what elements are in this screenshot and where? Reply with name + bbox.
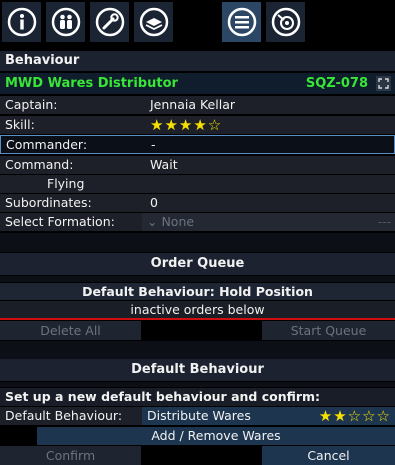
default-behaviour-dropdown[interactable]: Distribute Wares ★★☆☆☆ xyxy=(142,407,395,425)
flying-row: Flying xyxy=(0,175,395,193)
cargo-tab[interactable] xyxy=(134,2,173,42)
ship-behaviour-panel: Behaviour MWD Wares Distributor SQZ-078 … xyxy=(0,0,395,465)
expand-button[interactable] xyxy=(376,76,391,91)
order-queue-title: Order Queue xyxy=(0,253,395,275)
command-value: Wait xyxy=(150,157,178,172)
ship-name: MWD Wares Distributor xyxy=(5,76,178,91)
queue-buttons: Delete All Start Queue xyxy=(0,321,395,340)
default-behaviour-value: Distribute Wares xyxy=(147,408,251,423)
subordinates-label: Subordinates: xyxy=(5,195,92,210)
formation-dropdown[interactable]: ⌄ None --- xyxy=(142,213,395,231)
default-behaviour-row: Default Behaviour: Distribute Wares ★★☆☆… xyxy=(0,407,395,425)
cargo-icon xyxy=(139,7,168,37)
flying-label: Flying xyxy=(47,176,85,191)
formation-label: Select Formation: xyxy=(5,214,115,229)
commander-row[interactable]: Commander: - xyxy=(0,135,395,154)
ship-loadout-tab[interactable] xyxy=(90,2,129,42)
skill-row: Skill: ★★★★☆ xyxy=(0,116,395,134)
skill-label: Skill: xyxy=(5,117,35,132)
expand-icon xyxy=(378,78,389,89)
spacer xyxy=(0,276,395,282)
wrench-icon xyxy=(95,7,124,37)
command-label: Command: xyxy=(5,157,74,172)
setup-instructions: Set up a new default behaviour and confi… xyxy=(0,388,395,406)
default-behaviour-title: Default Behaviour xyxy=(0,359,395,381)
spacer xyxy=(0,233,395,252)
crew-icon xyxy=(51,7,80,37)
crew-tab[interactable] xyxy=(46,2,85,42)
inactive-orders-separator: inactive orders below xyxy=(0,301,395,320)
add-remove-wares-button[interactable]: Add / Remove Wares xyxy=(37,427,395,445)
delete-all-button[interactable]: Delete All xyxy=(0,321,141,340)
formation-value: ⌄ None xyxy=(147,214,195,229)
add-remove-row: Add / Remove Wares xyxy=(0,427,395,445)
commander-value: - xyxy=(151,137,156,152)
commander-label: Commander: xyxy=(6,137,88,152)
target-icon xyxy=(271,7,300,37)
behaviour-tab[interactable] xyxy=(222,2,261,42)
confirm-button[interactable]: Confirm xyxy=(0,446,141,465)
captain-label: Captain: xyxy=(5,97,58,112)
target-tab[interactable] xyxy=(266,2,305,42)
formation-row: Select Formation: ⌄ None --- xyxy=(0,213,395,231)
formation-dash: --- xyxy=(377,214,391,229)
info-icon xyxy=(7,7,36,37)
behaviour-list-icon xyxy=(227,7,256,37)
captain-row: Captain: Jennaia Kellar xyxy=(0,96,395,114)
info-tab[interactable] xyxy=(2,2,41,42)
spacer xyxy=(0,382,395,387)
default-behaviour-label: Default Behaviour: xyxy=(5,408,123,423)
subordinates-value: 0 xyxy=(150,195,158,210)
ship-row: MWD Wares Distributor SQZ-078 xyxy=(0,73,395,94)
behaviour-header: Behaviour xyxy=(0,51,395,71)
default-behaviour-status: Default Behaviour: Hold Position xyxy=(0,283,395,300)
subordinates-row: Subordinates: 0 xyxy=(0,194,395,212)
captain-value: Jennaia Kellar xyxy=(150,97,235,112)
ship-code: SQZ-078 xyxy=(305,76,368,91)
skill-stars: ★★★★☆ xyxy=(150,116,223,134)
cancel-button[interactable]: Cancel xyxy=(262,446,395,465)
spacer xyxy=(0,341,395,359)
confirm-buttons: Confirm Cancel xyxy=(0,446,395,465)
start-queue-button[interactable]: Start Queue xyxy=(262,321,395,340)
command-row: Command: Wait xyxy=(0,156,395,174)
toolbar xyxy=(0,0,395,48)
behaviour-skill-stars: ★★☆☆☆ xyxy=(318,407,391,425)
